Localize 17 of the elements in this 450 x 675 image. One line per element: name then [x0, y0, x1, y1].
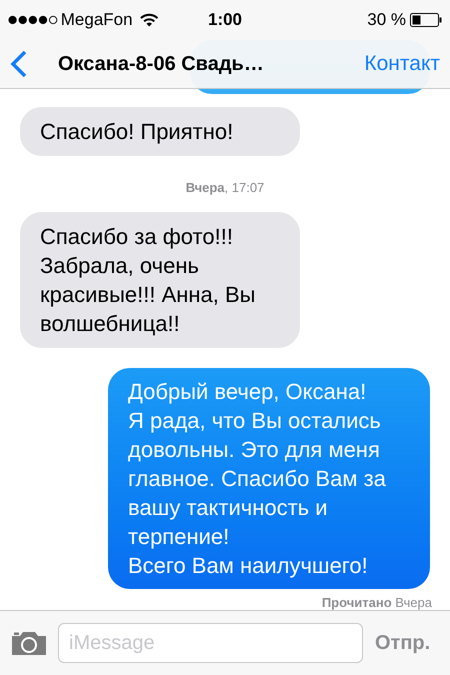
- timestamp: Вчера, 17:07: [186, 179, 264, 197]
- battery-icon: [410, 13, 442, 27]
- message-bubble: Спасибо! Приятно!: [20, 107, 300, 156]
- back-icon[interactable]: [10, 50, 28, 78]
- message-bubble: Добрый вечер, Оксана! Я рада, что Вы остались довольны. Это для меня главное. Спасибо Вам за вашу тактичность и терпение! Всего Вам наилучшего!: [108, 368, 430, 588]
- signal-icon: [8, 15, 58, 25]
- battery-percent: 30 %: [367, 9, 406, 32]
- clock: 1:00: [208, 9, 242, 32]
- wifi-icon: [140, 13, 158, 27]
- chat-title: Оксана-8-06 Свадь…: [58, 52, 264, 77]
- read-receipt: Прочитано Вчера: [322, 594, 432, 612]
- send-button[interactable]: Отпр.: [375, 628, 430, 658]
- camera-icon[interactable]: [10, 630, 48, 656]
- contact-link[interactable]: Контакт: [364, 48, 440, 80]
- message-field[interactable]: iMessage: [58, 623, 363, 663]
- carrier-name: MegaFon: [60, 9, 133, 32]
- message-bubble: Спасибо за фото!!! Забрала, очень красивые!!! Анна, Вы волшебница!!: [20, 212, 300, 348]
